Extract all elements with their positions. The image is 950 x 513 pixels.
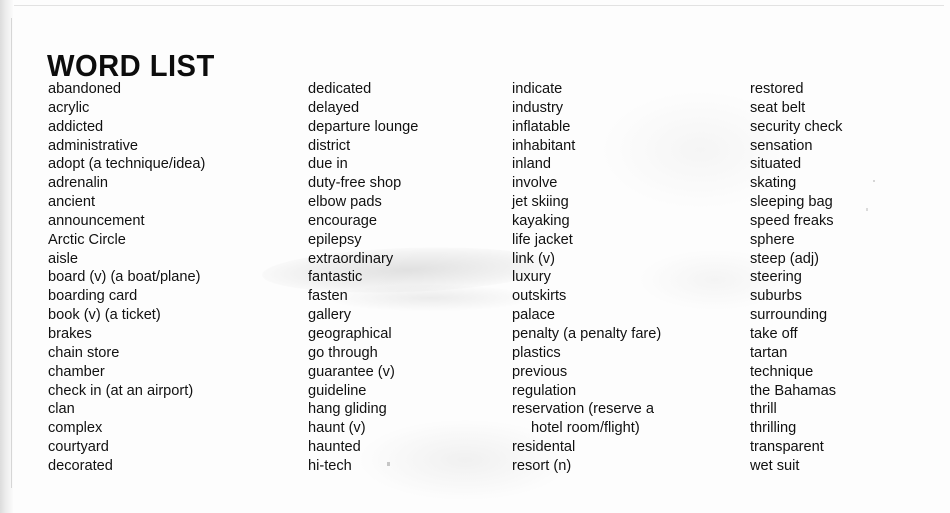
- word-entry: board (v) (a boat/plane): [48, 269, 201, 286]
- word-list-page: WORD LIST abandoned acrylic addicted admini…: [0, 0, 950, 513]
- word-entry: inhabitant: [512, 137, 576, 154]
- word-entry: jet skiing: [512, 194, 569, 211]
- word-entry-continuation: hotel room/flight): [531, 420, 640, 437]
- word-entry: abandoned: [48, 81, 122, 97]
- word-entry: skating: [750, 175, 797, 192]
- word-entry: clan: [48, 401, 75, 418]
- word-entry: ancient: [48, 194, 96, 211]
- word-entry: resort (n): [512, 457, 572, 474]
- word-entry: fasten: [308, 288, 348, 305]
- word-entry: situated: [750, 156, 802, 173]
- word-entry: Arctic Circle: [48, 231, 126, 248]
- word-entry: speed freaks: [750, 212, 834, 229]
- word-column-3: indicate industry inflatable inhabitant inla…: [512, 80, 744, 476]
- word-entry: decorated: [48, 457, 113, 474]
- word-column-1: abandoned acrylic addicted administrative ad…: [48, 80, 300, 476]
- word-entry: plastics: [512, 344, 561, 361]
- page-top-scan-line: [14, 5, 944, 6]
- word-entry: extraordinary: [308, 250, 394, 267]
- word-entry: duty-free shop: [308, 175, 402, 192]
- word-entry: aisle: [48, 250, 79, 267]
- word-entry: departure lounge: [308, 118, 419, 135]
- page-edge-shadow: [0, 0, 13, 513]
- word-entry: encourage: [308, 212, 377, 229]
- word-entry: courtyard: [48, 439, 109, 456]
- word-entry: brakes: [48, 325, 92, 342]
- word-entry: administrative: [48, 137, 139, 154]
- word-entry: penalty (a penalty fare): [512, 325, 662, 342]
- word-entry: go through: [308, 344, 378, 361]
- word-entry: regulation: [512, 382, 577, 399]
- word-entry: life jacket: [512, 231, 573, 248]
- word-entry: hang gliding: [308, 401, 387, 418]
- word-entry: due in: [308, 156, 348, 173]
- word-entry: link (v): [512, 250, 555, 267]
- word-entry: inland: [512, 156, 551, 173]
- word-entry: haunted: [308, 439, 361, 456]
- page-edge-line: [11, 18, 12, 488]
- word-entry: district: [308, 137, 351, 154]
- word-entry: involve: [512, 175, 558, 192]
- word-entry: sleeping bag: [750, 194, 833, 211]
- word-column-2: dedicated delayed departure lounge district…: [308, 80, 506, 476]
- word-entry: transparent: [750, 439, 824, 456]
- word-entry: dedicated: [308, 81, 372, 97]
- word-entry: thrilling: [750, 420, 797, 437]
- word-entry: fantastic: [308, 269, 363, 286]
- word-entry: industry: [512, 99, 564, 116]
- word-column-4: restored seat belt security check sensation…: [750, 80, 940, 476]
- word-entry: gallery: [308, 307, 351, 324]
- word-entry: steep (adj): [750, 250, 819, 267]
- word-entry: inflatable: [512, 118, 571, 135]
- word-entry: the Bahamas: [750, 382, 836, 399]
- word-entry: restored: [750, 81, 804, 97]
- word-entry: sensation: [750, 137, 813, 154]
- word-entry: delayed: [308, 99, 360, 116]
- word-entry: suburbs: [750, 288, 802, 305]
- word-entry: sphere: [750, 231, 795, 248]
- word-entry: security check: [750, 118, 843, 135]
- word-entry: outskirts: [512, 288, 567, 305]
- word-entry: adrenalin: [48, 175, 109, 192]
- word-entry: chamber: [48, 363, 105, 380]
- word-entry: guarantee (v): [308, 363, 395, 380]
- word-entry: geographical: [308, 325, 392, 342]
- word-entry: technique: [750, 363, 814, 380]
- word-entry: haunt (v): [308, 420, 366, 437]
- word-entry: adopt (a technique/idea): [48, 156, 206, 173]
- word-entry: boarding card: [48, 288, 138, 305]
- word-entry: previous: [512, 363, 568, 380]
- word-entry: chain store: [48, 344, 120, 361]
- word-entry: guideline: [308, 382, 367, 399]
- word-entry: residental: [512, 439, 576, 456]
- word-entry: kayaking: [512, 212, 570, 229]
- word-entry: surrounding: [750, 307, 828, 324]
- word-entry: acrylic: [48, 99, 90, 116]
- word-entry: hi-tech: [308, 457, 352, 474]
- word-entry: announcement: [48, 212, 145, 229]
- word-entry: indicate: [512, 81, 563, 97]
- word-entry: epilepsy: [308, 231, 362, 248]
- word-entry: steering: [750, 269, 802, 286]
- word-entry: wet suit: [750, 457, 800, 474]
- word-entry: palace: [512, 307, 556, 324]
- word-entry: take off: [750, 325, 798, 342]
- word-entry: thrill: [750, 401, 777, 418]
- word-entry: reservation (reserve a: [512, 401, 654, 418]
- word-entry: seat belt: [750, 99, 806, 116]
- word-entry: book (v) (a ticket): [48, 307, 161, 324]
- word-entry: elbow pads: [308, 194, 382, 211]
- word-entry: luxury: [512, 269, 551, 286]
- word-entry: check in (at an airport): [48, 382, 194, 399]
- word-entry: addicted: [48, 118, 104, 135]
- page-title: WORD LIST: [47, 47, 215, 83]
- word-entry: complex: [48, 420, 103, 437]
- word-entry: tartan: [750, 344, 788, 361]
